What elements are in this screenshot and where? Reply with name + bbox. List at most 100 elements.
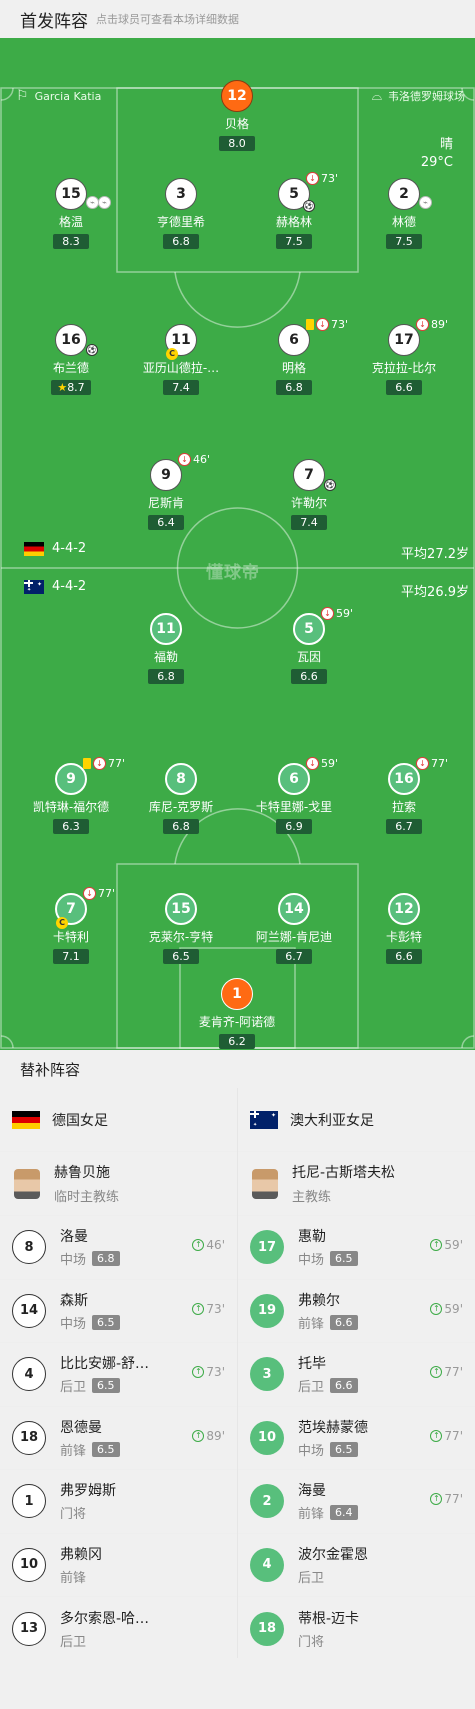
sub-in-icon: ↑: [430, 1493, 443, 1505]
captain-icon: C: [56, 917, 68, 929]
sub-in-icon: ↑: [192, 1239, 205, 1251]
substitution-badge: ↓ 73': [306, 318, 348, 331]
sub-minute: 59': [321, 757, 339, 770]
home-team-row[interactable]: 德国女足: [0, 1088, 237, 1152]
sub-player-row[interactable]: 17 惠勒 中场 6.5 ↑ 59': [238, 1216, 475, 1280]
sub-player-row[interactable]: 4 比比安娜-舒… 后卫 6.5 ↑ 73': [0, 1343, 237, 1407]
sub-player-row[interactable]: 8 洛曼 中场 6.8 ↑ 46': [0, 1216, 237, 1280]
home-average-age: 平均27.2岁: [401, 547, 469, 562]
sub-name: 范埃赫蒙德: [298, 1419, 368, 1436]
sub-name: 托毕: [298, 1356, 326, 1373]
sub-player-row[interactable]: 2 海曼 前锋 6.4 ↑ 77': [238, 1470, 475, 1534]
player-rating: 6.2: [219, 1034, 255, 1049]
sub-player-row[interactable]: 4 波尔金霍恩 后卫: [238, 1534, 475, 1597]
sub-out-icon: ↓: [306, 757, 319, 770]
sub-player-row[interactable]: 10 范埃赫蒙德 中场 6.5 ↑ 77': [238, 1407, 475, 1470]
pitch: ⚐ Garcia Katia ⌓ 韦洛德罗姆球场 晴 29°C 4-4-2 平均…: [0, 38, 475, 1050]
player-rating: 6.8: [163, 234, 199, 249]
home-player[interactable]: 2 ⌁ 林德 7.5: [349, 178, 459, 249]
coach-role: 主教练: [292, 1190, 332, 1205]
sub-in-minute: 77': [444, 1428, 463, 1443]
away-player[interactable]: 6 ↓ 59' 卡特里娜-戈里 6.9: [239, 757, 349, 834]
player-name: 亚历山德拉-…: [142, 361, 220, 375]
away-player[interactable]: 15 克莱尔-亨特 6.5: [126, 893, 236, 964]
substitution-badge: ↓ 77': [83, 887, 115, 900]
sub-out-icon: ↓: [178, 453, 191, 466]
player-rating: 7.5: [276, 234, 312, 249]
sub-in-minute: 73': [206, 1365, 225, 1379]
player-number: 7: [293, 459, 325, 491]
player-number: 8: [165, 763, 197, 795]
home-player[interactable]: 6 ↓ 73' 明格 6.8: [239, 318, 349, 395]
player-rating: 7.1: [53, 949, 89, 964]
sub-number: 10: [12, 1547, 46, 1582]
referee: ⚐ Garcia Katia: [16, 88, 101, 104]
home-player[interactable]: 3 亨德里希 6.8: [126, 178, 236, 249]
away-player[interactable]: 12 卡彭特 6.6: [349, 893, 459, 964]
away-player[interactable]: 9 ↓ 77' 凯特琳-福尔德 6.3: [16, 757, 126, 834]
player-name: 阿兰娜-肯尼迪: [255, 930, 333, 944]
player-name: 卡特利: [52, 930, 89, 944]
home-player[interactable]: 9 ↓ 46' 尼斯肯 6.4: [111, 453, 221, 530]
sub-player-row[interactable]: 10 弗赖冈 前锋: [0, 1534, 237, 1597]
player-rating: 8.0: [219, 136, 255, 151]
home-player[interactable]: 11 C 亚历山德拉-… 7.4: [126, 324, 236, 395]
sub-player-row[interactable]: 19 弗赖尔 前锋 6.6 ↑ 59': [238, 1280, 475, 1343]
coach-row[interactable]: 托尼-古斯塔夫松 主教练: [238, 1152, 475, 1216]
sub-player-row[interactable]: 18 蒂根-迈卡 门将: [238, 1597, 475, 1661]
away-player[interactable]: 16 ↓ 77' 拉索 6.7: [349, 757, 459, 834]
sub-minute: 73': [321, 172, 339, 185]
sub-name: 恩德曼: [60, 1419, 102, 1436]
sub-number: 19: [250, 1293, 284, 1328]
sub-name: 弗赖尔: [298, 1292, 340, 1309]
away-player[interactable]: 14 阿兰娜-肯尼迪 6.7: [239, 893, 349, 964]
player-number: 15: [165, 893, 197, 925]
home-player[interactable]: 5 ↓ 73' ⚽ 赫格林 7.5: [239, 172, 349, 249]
player-name: 贝格: [224, 117, 249, 131]
sub-in-time: ↑ 77': [430, 1492, 463, 1506]
player-name: 麦肯齐-阿诺德: [198, 1015, 276, 1029]
avatar: [252, 1168, 278, 1199]
player-rating: ★8.7: [51, 380, 91, 395]
substitution-badge: ↓ 59': [306, 757, 338, 770]
sub-player-row[interactable]: 3 托毕 后卫 6.6 ↑ 77': [238, 1343, 475, 1407]
home-player[interactable]: 17 ↓ 89' 克拉拉-比尔 6.6: [349, 318, 459, 395]
sub-player-row[interactable]: 13 多尔索恩-哈… 后卫: [0, 1597, 237, 1661]
away-player[interactable]: 8 库尼-克罗斯 6.8: [126, 763, 236, 834]
sub-in-icon: ↑: [430, 1302, 443, 1315]
sub-name: 弗罗姆斯: [60, 1483, 116, 1500]
player-number: 1: [221, 978, 253, 1010]
stadium-icon: ⌓: [371, 88, 382, 104]
home-player[interactable]: 15 ⌁ ⌁ 格温 8.3: [16, 178, 126, 249]
coach-role: 临时主教练: [54, 1190, 120, 1205]
away-formation-text: 4-4-2: [52, 579, 87, 594]
away-player[interactable]: 5 ↓ 59' 瓦因 6.6: [254, 607, 364, 684]
sub-position: 后卫: [60, 1380, 87, 1396]
sub-rating: 6.5: [92, 1378, 120, 1394]
boot-icon: ⌁: [98, 196, 111, 209]
coach-name: 赫鲁贝施: [54, 1165, 110, 1181]
sub-in-icon: ↑: [192, 1302, 205, 1315]
sub-position: 后卫: [298, 1380, 325, 1396]
sub-out-icon: ↓: [416, 318, 429, 331]
sub-rating: 6.5: [330, 1251, 358, 1267]
sub-rating: 6.6: [330, 1378, 358, 1394]
home-player[interactable]: 7 ⚽ 许勒尔 7.4: [254, 459, 364, 530]
home-player[interactable]: 16 ⚽ 布兰德 ★8.7: [16, 324, 126, 395]
sub-position: 中场: [298, 1253, 325, 1269]
sub-name: 森斯: [60, 1292, 88, 1309]
player-rating: 6.5: [163, 949, 199, 964]
home-player[interactable]: 12 贝格 8.0: [182, 80, 292, 151]
sub-position: 前锋: [298, 1507, 325, 1523]
sub-player-row[interactable]: 1 弗罗姆斯 门将: [0, 1470, 237, 1534]
away-team-row[interactable]: ✦ 澳大利亚女足: [238, 1088, 475, 1152]
sub-player-row[interactable]: 14 森斯 中场 6.5 ↑ 73': [0, 1280, 237, 1343]
sub-position: 前锋: [60, 1443, 87, 1459]
whistle-icon: ⚐: [16, 88, 29, 104]
away-player[interactable]: 7 C ↓ 77' 卡特利 7.1: [16, 887, 126, 964]
away-player[interactable]: 11 福勒 6.8: [111, 613, 221, 684]
sub-player-row[interactable]: 18 恩德曼 前锋 6.5 ↑ 89': [0, 1407, 237, 1470]
away-player[interactable]: 1 麦肯齐-阿诺德 6.2: [182, 978, 292, 1049]
sub-in-icon: ↑: [430, 1366, 443, 1378]
coach-row[interactable]: 赫鲁贝施 临时主教练: [0, 1152, 237, 1216]
